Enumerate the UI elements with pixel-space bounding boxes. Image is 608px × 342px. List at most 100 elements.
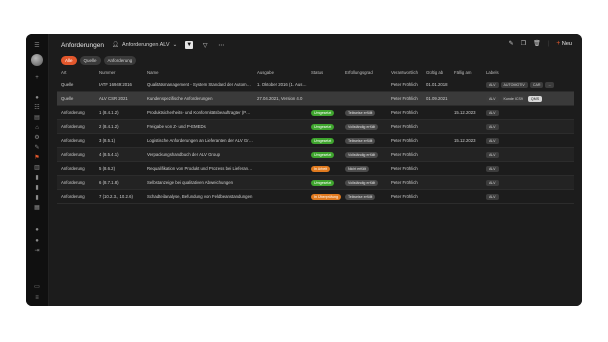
cell-ausgabe: 1. Oktober 2016 (1. Ausg...	[257, 82, 307, 87]
cell-name: Produktsicherheits- und Konformitätsbeau…	[147, 110, 253, 115]
cell-art: Anforderung	[61, 166, 85, 171]
column-header[interactable]: Labels	[482, 70, 574, 75]
cell-labels: ALV	[482, 137, 574, 144]
cell-labels: ALV	[482, 109, 574, 116]
cell-nummer: IATF 16949:2016	[99, 82, 132, 87]
filter-icon[interactable]: ▽	[201, 41, 209, 49]
hamburger-icon[interactable]: ☰	[32, 42, 42, 49]
table-row[interactable]: Anforderung 5 (8.6.2) Requalifikation von …	[57, 162, 574, 176]
label-tag[interactable]: ALV	[486, 95, 499, 102]
cell-verantwortlich: Peter Fröhlich	[391, 96, 418, 101]
column-header[interactable]: Nummer	[95, 70, 143, 75]
logout-icon[interactable]: ⇥	[32, 247, 42, 254]
label-tag[interactable]: ALV	[486, 193, 499, 200]
column-header[interactable]: Art	[57, 70, 95, 75]
cell-verantwortlich: Peter Fröhlich	[391, 152, 418, 157]
filter-filled-icon[interactable]: ▼	[185, 41, 194, 49]
document-icon[interactable]: ▤	[32, 114, 42, 121]
plus-icon[interactable]: +	[32, 74, 42, 81]
table-row[interactable]: Anforderung 4 (8.5.4.1) Verpackungshandbuc…	[57, 148, 574, 162]
chip-quelle[interactable]: Quelle	[79, 56, 101, 65]
copy-icon[interactable]: ❐	[521, 40, 526, 47]
file-icon[interactable]: ▮	[32, 194, 42, 201]
column-header[interactable]: Verantwortlich	[387, 70, 422, 75]
chip-alle[interactable]: Alle	[61, 56, 77, 65]
view-selector[interactable]: 👤︎ Anforderungen ALV ⌄	[112, 42, 177, 48]
label-tag[interactable]: CAR	[529, 81, 544, 88]
status-badge: Umgesetzt	[311, 123, 335, 130]
label-tag[interactable]: ALV	[486, 165, 499, 172]
table-row[interactable]: Quelle IATF 16949:2016 Qualitätsmanagement…	[57, 78, 574, 92]
folder-icon[interactable]: ▭	[32, 283, 42, 290]
file-icon[interactable]: ▮	[32, 184, 42, 191]
column-header[interactable]: Erfüllungsgrad	[341, 70, 387, 75]
requirements-table: Art Nummer Name Ausgabe Status Erfüllung…	[57, 67, 574, 204]
table-row[interactable]: Anforderung 7 (10.2.3., 10.2.6) Schadteila…	[57, 190, 574, 204]
home-icon[interactable]: ⌂	[32, 124, 42, 131]
cell-gueltig: 01.01.2018	[426, 82, 448, 87]
new-button[interactable]: + Neu	[556, 40, 572, 47]
info-icon[interactable]: ●	[32, 226, 42, 233]
cell-nummer: 1 (8.4.1.2)	[99, 110, 119, 115]
label-tag[interactable]: ALV	[486, 137, 499, 144]
cell-verantwortlich: Peter Fröhlich	[391, 194, 418, 199]
database-icon[interactable]: ≡	[32, 294, 42, 301]
label-tag[interactable]: ALV	[486, 109, 499, 116]
left-sidebar: ☰ + ● ☷ ▤ ⌂ ⚙ ✎ ⚑ ▥ ▮ ▮ ▮ ▦ ● ● ⇥ ▭ ≡	[26, 34, 49, 306]
cell-labels: ALV	[482, 193, 574, 200]
table-row[interactable]: Anforderung 1 (8.4.1.2) Produktsicherheits…	[57, 106, 574, 120]
fulfillment-badge: Teilweise erfüllt	[345, 193, 376, 200]
info-icon[interactable]: ●	[32, 94, 42, 101]
list-icon[interactable]: ☷	[32, 104, 42, 111]
edit-icon[interactable]: ✎	[509, 40, 514, 47]
chart-icon[interactable]: ▥	[32, 164, 42, 171]
book-icon[interactable]: ▦	[32, 204, 42, 211]
table-row[interactable]: Anforderung 6 (8.7.1.8) Selbstanzeige bei …	[57, 176, 574, 190]
label-tag[interactable]: ALV	[486, 123, 499, 130]
cell-erfuellung: Teilweise erfüllt	[341, 193, 387, 200]
label-tag[interactable]: ALV	[486, 81, 499, 88]
cell-name: Freigabe von Z- und P-EMEDs	[147, 124, 206, 129]
table-row[interactable]: Anforderung 2 (8.4.1.2) Freigabe von Z- un…	[57, 120, 574, 134]
cell-labels: ALV	[482, 123, 574, 130]
label-tag[interactable]: QMS	[527, 95, 543, 102]
label-tag[interactable]: ...	[545, 81, 555, 88]
table-header: Art Nummer Name Ausgabe Status Erfüllung…	[57, 67, 574, 78]
table-row[interactable]: Anforderung 3 (8.5.1) Logistische Anforder…	[57, 134, 574, 148]
user-icon: 👤︎	[112, 42, 119, 48]
cell-labels: ALV AUTOMOTIV CAR...	[482, 81, 574, 88]
cell-verantwortlich: Peter Fröhlich	[391, 82, 418, 87]
column-header[interactable]: Fällig am	[450, 70, 482, 75]
cell-status: Umgesetzt	[307, 151, 341, 158]
table-body: Quelle IATF 16949:2016 Qualitätsmanagement…	[57, 78, 574, 204]
cell-nummer: 2 (8.4.1.2)	[99, 124, 119, 129]
cell-status: In Arbeit	[307, 165, 341, 172]
cell-name: Kundenspezifische Anforderungen	[147, 96, 213, 101]
help-icon[interactable]: ●	[32, 237, 42, 244]
column-header[interactable]: Ausgabe	[253, 70, 307, 75]
wrench-icon[interactable]: ✎	[32, 144, 42, 151]
avatar[interactable]	[31, 54, 43, 66]
column-header[interactable]: Name	[143, 70, 253, 75]
cell-labels: ALV Kunde ICS9 QMS	[482, 95, 574, 102]
label-tag[interactable]: Kunde ICS9	[500, 95, 526, 102]
flag-icon[interactable]: ⚑	[32, 154, 42, 161]
label-tag[interactable]: AUTOMOTIV	[500, 81, 528, 88]
column-header[interactable]: Gültig ab	[422, 70, 450, 75]
trash-icon[interactable]: 🗑︎	[533, 40, 541, 47]
file-icon[interactable]: ▮	[32, 174, 42, 181]
chip-anforderung[interactable]: Anforderung	[103, 56, 137, 65]
column-header[interactable]: Status	[307, 70, 341, 75]
cell-labels: ALV	[482, 151, 574, 158]
filter-chips: Alle Quelle Anforderung	[61, 56, 137, 65]
gear-icon[interactable]: ⚙	[32, 134, 42, 141]
cell-erfuellung: Vollständig erfüllt	[341, 179, 387, 186]
main-panel: Anforderungen 👤︎ Anforderungen ALV ⌄ ▼ ▽…	[49, 34, 582, 306]
label-tag[interactable]: ALV	[486, 179, 499, 186]
more-icon[interactable]: ⋯	[217, 41, 225, 49]
table-row[interactable]: Quelle ALV CSR 2021 Kundenspezifische Anfo…	[57, 92, 574, 106]
status-badge: Umgesetzt	[311, 137, 335, 144]
cell-erfuellung: Nicht erfüllt	[341, 165, 387, 172]
cell-ausgabe: 27.04.2021, Version 4.0	[257, 96, 303, 101]
label-tag[interactable]: ALV	[486, 151, 499, 158]
